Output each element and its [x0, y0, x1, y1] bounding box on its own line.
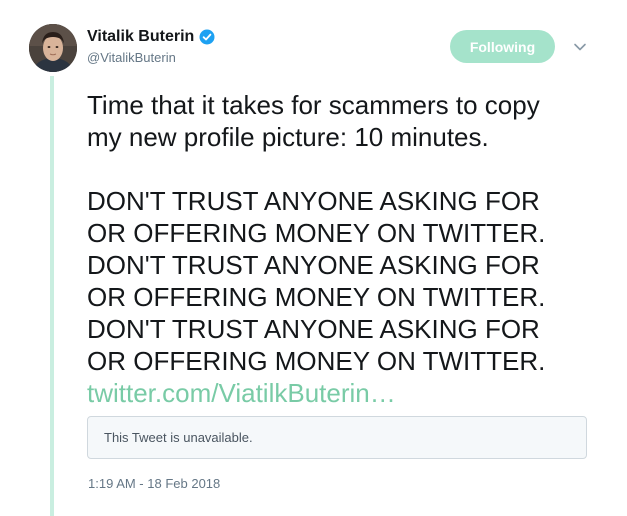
display-name[interactable]: Vitalik Buterin [87, 28, 194, 46]
quoted-tweet-card[interactable]: This Tweet is unavailable. [87, 416, 587, 459]
tweet-line: DON'T TRUST ANYONE ASKING FOR [87, 186, 540, 216]
tweet-line: DON'T TRUST ANYONE ASKING FOR [87, 250, 540, 280]
tweet-line: my new profile picture: 10 minutes. [87, 122, 489, 152]
author-block: Vitalik Buterin @VitalikButerin [87, 27, 215, 65]
thread-line [50, 76, 54, 516]
tweet-timestamp[interactable]: 1:19 AM - 18 Feb 2018 [88, 476, 220, 491]
tweet-line: OR OFFERING MONEY ON TWITTER. [87, 218, 546, 248]
verified-badge-icon [199, 29, 215, 45]
tweet-line: OR OFFERING MONEY ON TWITTER. [87, 346, 546, 376]
avatar-photo-icon [29, 24, 77, 72]
tweet-line: Time that it takes for scammers to copy [87, 90, 540, 120]
tweet-text: Time that it takes for scammers to copy … [87, 89, 607, 409]
tweet-menu-button[interactable] [572, 40, 588, 54]
avatar[interactable] [29, 24, 77, 72]
author-name-row: Vitalik Buterin [87, 27, 215, 47]
user-handle[interactable]: @VitalikButerin [87, 50, 215, 65]
chevron-down-icon [574, 43, 586, 51]
tweet-line: OR OFFERING MONEY ON TWITTER. [87, 282, 546, 312]
tweet-link[interactable]: twitter.com/ViatilkButerin… [87, 378, 396, 408]
quoted-tweet-unavailable-text: This Tweet is unavailable. [104, 430, 253, 445]
following-button[interactable]: Following [450, 30, 555, 63]
tweet-line: DON'T TRUST ANYONE ASKING FOR [87, 314, 540, 344]
